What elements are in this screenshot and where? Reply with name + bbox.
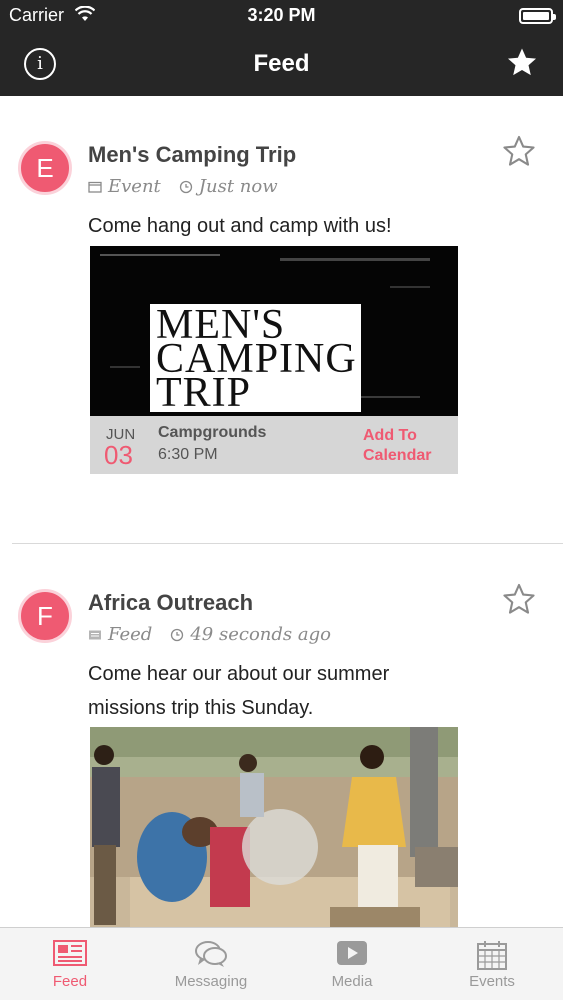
event-location: Campgrounds <box>158 424 267 441</box>
feed-item-time: 49 seconds ago <box>190 624 331 645</box>
feed-item-meta: Feed 49 seconds ago <box>88 624 331 645</box>
avatar: E <box>18 141 72 195</box>
tab-feed[interactable]: Feed <box>0 928 140 1000</box>
event-time: 6:30 PM <box>158 446 218 463</box>
feed-item-body: Come hear our about our summer missions … <box>88 657 528 725</box>
feed-item-event[interactable]: E Men's Camping Trip Event Just now Come … <box>0 0 563 543</box>
play-icon <box>337 941 367 965</box>
star-outline-icon[interactable] <box>501 134 537 170</box>
feed-item-title: Africa Outreach <box>88 590 254 615</box>
tab-messaging[interactable]: Messaging <box>141 928 281 1000</box>
chat-bubbles-icon <box>195 941 227 967</box>
feed-item-time: Just now <box>198 176 278 197</box>
feed-item-body-line: Come hear our about our summer <box>88 663 390 685</box>
star-outline-icon[interactable] <box>501 582 537 618</box>
add-to-calendar-label: Add To <box>363 427 417 444</box>
feed-item-body-line: missions trip this Sunday. <box>88 697 314 719</box>
add-to-calendar-label: Calendar <box>363 447 432 464</box>
feed-icon <box>53 940 87 966</box>
tab-bar: Feed Messaging Media Events <box>0 927 563 1000</box>
tab-label: Feed <box>52 973 88 990</box>
feed-item-body: Come hang out and camp with us! <box>88 215 392 237</box>
outreach-photo[interactable] <box>90 727 458 927</box>
feed-item-type: Event <box>108 176 161 197</box>
feed-item-title: Men's Camping Trip <box>88 142 297 167</box>
event-image[interactable]: MEN'S CAMPING TRIP <box>90 246 458 416</box>
tab-events[interactable]: Events <box>422 928 562 1000</box>
tab-label: Media <box>331 973 373 990</box>
calendar-grid-icon <box>477 941 507 970</box>
clock-icon <box>171 628 184 642</box>
add-to-calendar-button[interactable]: Add To Calendar <box>363 426 431 466</box>
calendar-icon <box>88 181 102 193</box>
newspaper-icon <box>89 630 101 640</box>
clock-icon <box>179 180 192 194</box>
tab-media[interactable]: Media <box>282 928 422 1000</box>
tab-label: Events <box>469 973 515 990</box>
tab-label: Messaging <box>174 973 248 990</box>
event-day: 03 <box>104 440 133 470</box>
event-details-strip: JUN 03 Campgrounds 6:30 PM Add To Calend… <box>90 416 458 474</box>
feed-item-type: Feed <box>108 624 153 645</box>
event-image-title: MEN'S CAMPING TRIP <box>150 304 361 414</box>
avatar: F <box>18 589 72 643</box>
feed-item-meta: Event Just now <box>88 176 278 197</box>
